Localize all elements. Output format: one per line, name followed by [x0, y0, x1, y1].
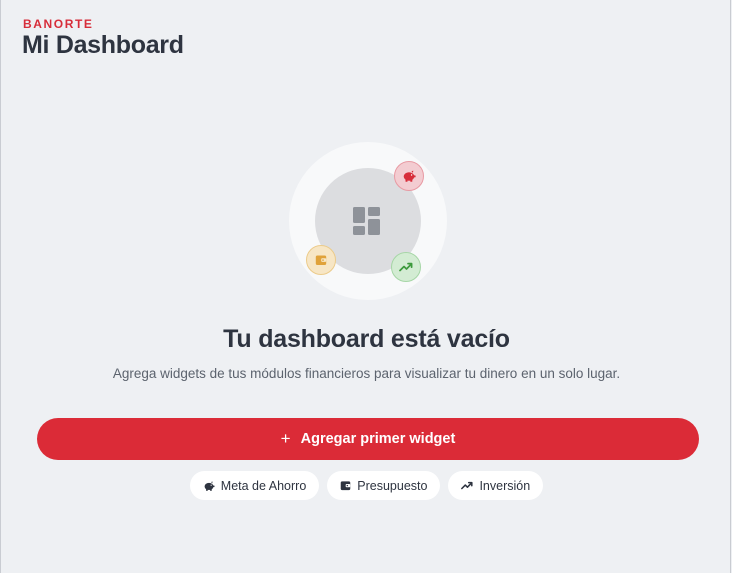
chip-label: Meta de Ahorro [220, 478, 307, 493]
chip-label: Inversión [479, 478, 531, 493]
empty-illustration [289, 142, 447, 300]
chip-label: Presupuesto [357, 478, 428, 493]
empty-state-subtitle: Agrega widgets de tus módulos financiero… [112, 366, 621, 381]
trending-up-icon [461, 481, 474, 490]
trending-up-icon [399, 262, 413, 272]
invest-bubble [391, 252, 421, 282]
piggy-bank-icon [403, 170, 416, 182]
chip-investment[interactable]: Inversión [448, 471, 544, 500]
dashboard-page: BANORTE Mi Dashboard Tu dashboard está v… [0, 0, 731, 573]
page-title: Mi Dashboard [22, 31, 184, 59]
add-first-widget-button[interactable]: + Agregar primer widget [37, 418, 699, 460]
chip-savings-goal[interactable]: Meta de Ahorro [189, 471, 320, 500]
savings-bubble [394, 161, 424, 191]
widget-suggestion-chips: Meta de Ahorro Presupuesto Inversión [1, 471, 732, 500]
dashboard-grid-icon [353, 207, 380, 235]
wallet-icon [315, 255, 327, 265]
empty-state-title: Tu dashboard está vacío [223, 325, 510, 353]
brand-label: BANORTE [23, 17, 94, 31]
plus-icon: + [280, 429, 291, 448]
wallet-icon [340, 481, 351, 491]
piggy-bank-icon [204, 481, 215, 491]
budget-bubble [306, 245, 336, 275]
chip-budget[interactable]: Presupuesto [327, 471, 441, 500]
add-first-widget-label: Agregar primer widget [300, 431, 456, 447]
